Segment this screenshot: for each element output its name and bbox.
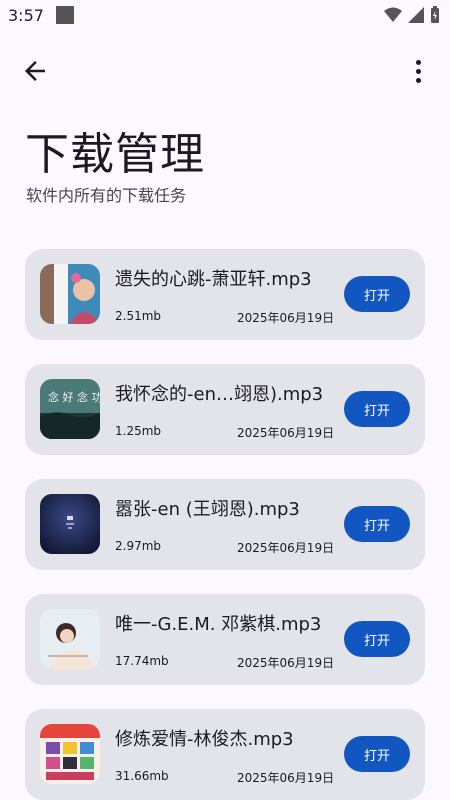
- file-name: 我怀念的-en…翊恩).mp3: [115, 384, 324, 405]
- wifi-icon: [384, 7, 402, 22]
- file-size: 17.74mb: [115, 654, 169, 668]
- status-time: 3:57: [8, 5, 44, 25]
- more-vert-icon: [415, 59, 421, 65]
- download-date: 2025年06月19日: [237, 771, 335, 785]
- download-item: 念 好 念 功 我怀念的-en…翊恩).mp3 1.25mb 2025年06月1…: [25, 364, 425, 455]
- arrow-back-icon: [25, 61, 45, 81]
- album-cover: 念 好 念 功: [40, 379, 100, 439]
- album-cover: [40, 264, 100, 324]
- status-bar: 3:57: [0, 0, 450, 30]
- download-list: 遗失的心跳-萧亚轩.mp3 2.51mb 2025年06月19日 打开 念 好 …: [25, 249, 425, 800]
- download-item: 遗失的心跳-萧亚轩.mp3 2.51mb 2025年06月19日 打开: [25, 249, 425, 340]
- album-cover: [40, 724, 100, 784]
- file-name: 唯一-G.E.M. 邓紫棋.mp3: [115, 614, 322, 635]
- back-button[interactable]: [20, 56, 50, 86]
- download-date: 2025年06月19日: [237, 541, 335, 555]
- status-icons: [384, 6, 440, 24]
- toolbar: [0, 48, 450, 92]
- file-name: 嚣张-en (王翊恩).mp3: [115, 499, 300, 520]
- open-button[interactable]: 打开: [344, 391, 410, 427]
- open-button[interactable]: 打开: [344, 276, 410, 312]
- file-size: 2.97mb: [115, 539, 162, 553]
- page-title: 下载管理: [25, 129, 205, 180]
- file-size: 1.25mb: [115, 424, 162, 438]
- more-vert-dot: [415, 77, 421, 83]
- svg-text:念 好 念 功: 念 好 念 功: [48, 390, 100, 404]
- page-subtitle: 软件内所有的下载任务: [26, 186, 187, 205]
- album-cover: [40, 609, 100, 669]
- notification-icon: [55, 6, 74, 24]
- open-button[interactable]: 打开: [344, 621, 410, 657]
- file-name: 修炼爱情-林俊杰.mp3: [115, 729, 294, 750]
- more-vert-dot: [415, 68, 421, 74]
- download-item: 修炼爱情-林俊杰.mp3 31.66mb 2025年06月19日 打开: [25, 709, 425, 800]
- signal-icon: [408, 7, 424, 23]
- album-cover: [40, 494, 100, 554]
- file-name: 遗失的心跳-萧亚轩.mp3: [115, 269, 312, 290]
- open-button[interactable]: 打开: [344, 506, 410, 542]
- file-size: 2.51mb: [115, 309, 162, 323]
- download-date: 2025年06月19日: [237, 426, 335, 440]
- download-date: 2025年06月19日: [237, 656, 335, 670]
- download-item: 唯一-G.E.M. 邓紫棋.mp3 17.74mb 2025年06月19日 打开: [25, 594, 425, 685]
- download-date: 2025年06月19日: [237, 311, 335, 325]
- battery-icon: [431, 6, 439, 23]
- more-options-button[interactable]: [408, 56, 428, 86]
- file-size: 31.66mb: [115, 769, 169, 783]
- open-button[interactable]: 打开: [344, 736, 410, 772]
- download-item: 嚣张-en (王翊恩).mp3 2.97mb 2025年06月19日 打开: [25, 479, 425, 570]
